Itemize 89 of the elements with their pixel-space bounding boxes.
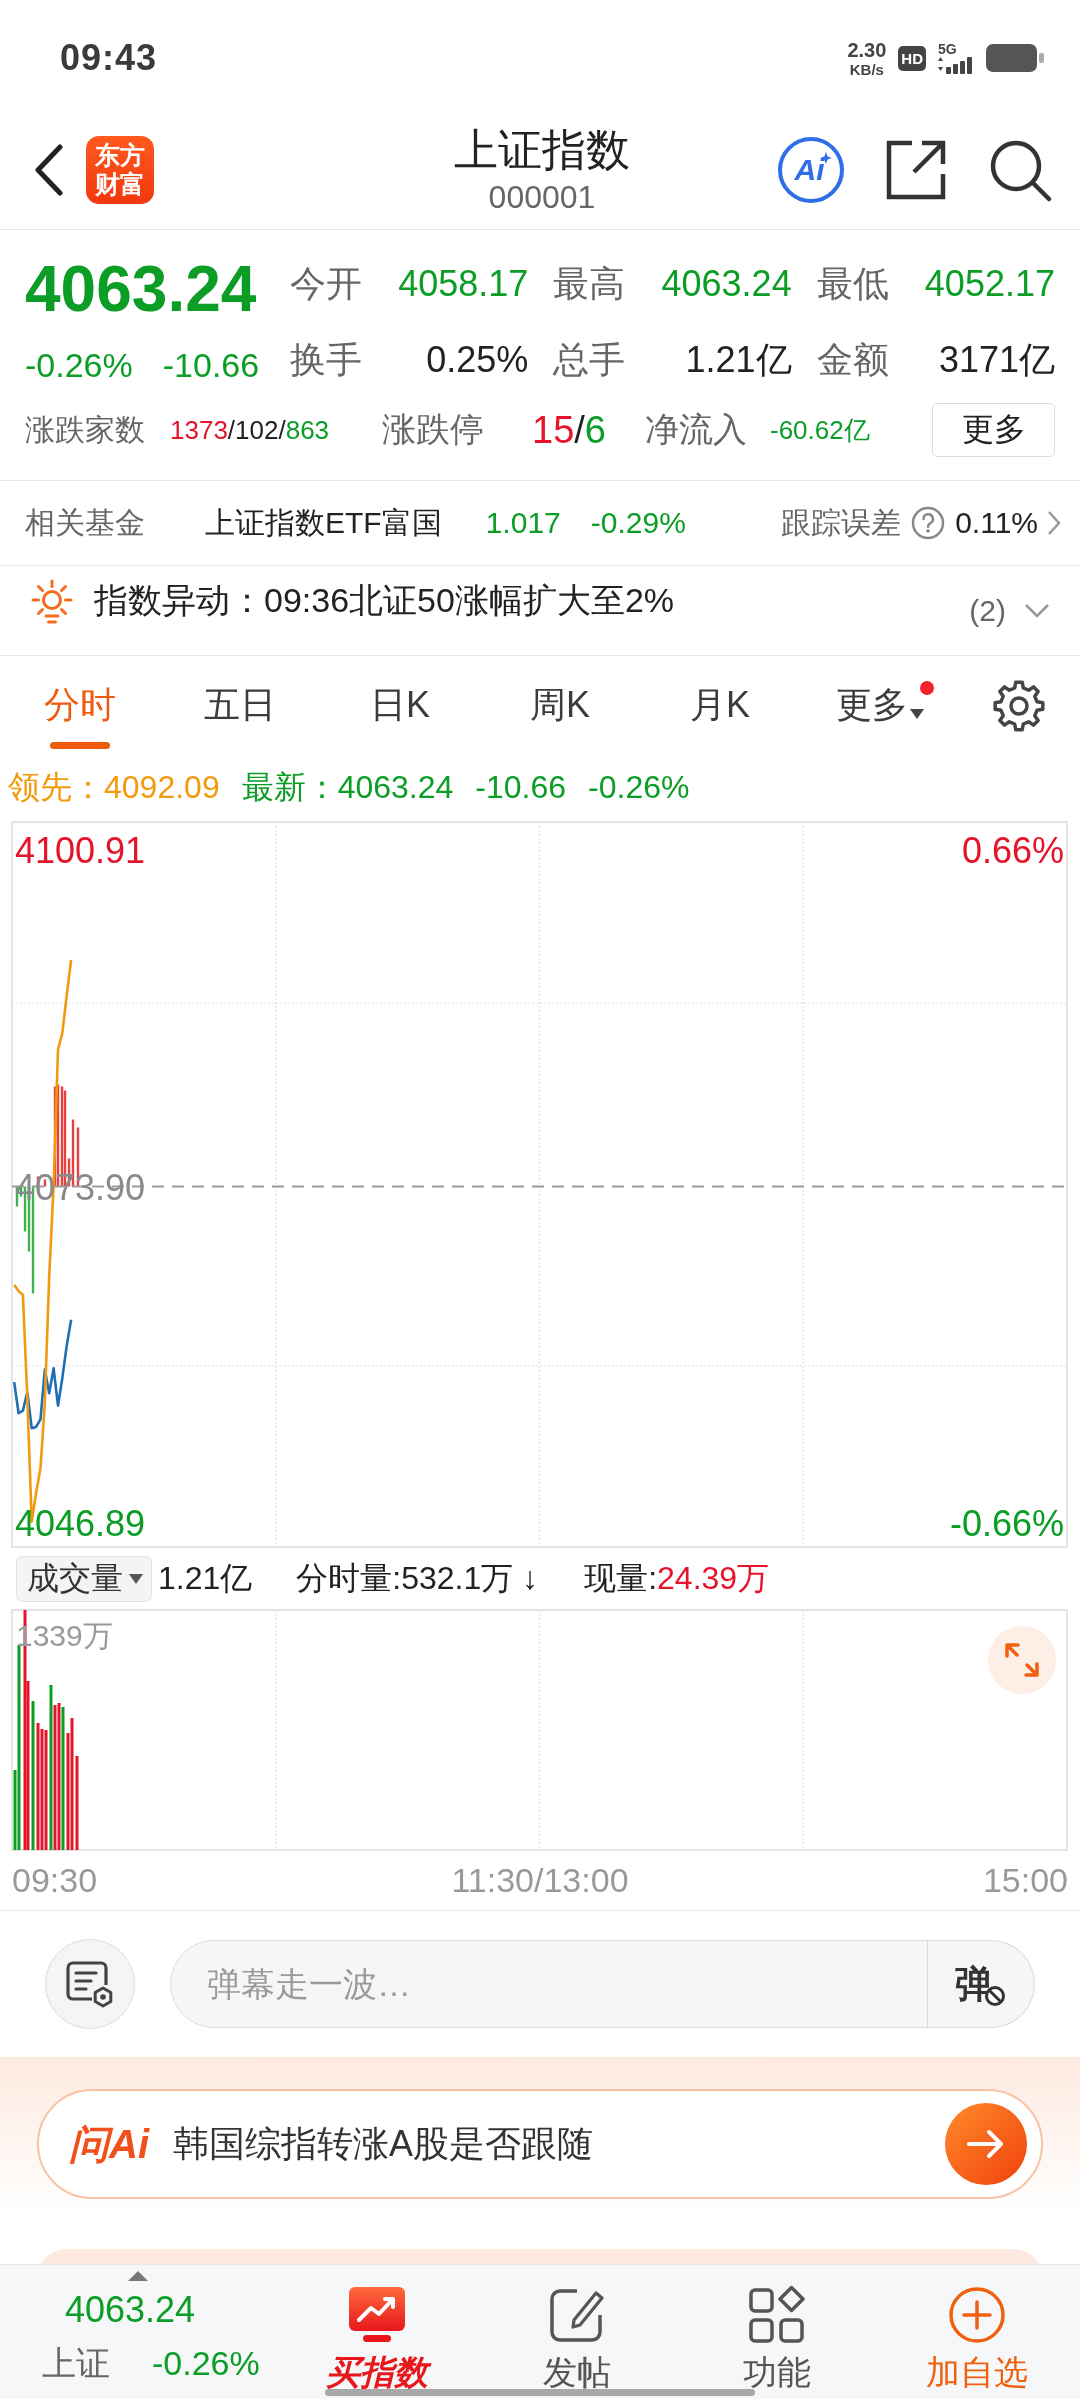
signal-icon — [938, 56, 974, 74]
tab[interactable]: 日K — [320, 656, 480, 755]
legend-value: 最新：4063.24 — [241, 767, 454, 807]
grid-icon — [747, 2285, 807, 2345]
tab[interactable]: 周K — [480, 656, 640, 755]
hd-badge: HD — [898, 45, 926, 71]
alert-count: (2) — [969, 593, 1006, 628]
ai-button[interactable]: Ai — [778, 136, 844, 203]
fund-name[interactable]: 上证指数ETF富国 — [205, 502, 442, 544]
network-speed: 2.30 — [847, 39, 887, 60]
limit-up-down-count: 15/6 — [532, 408, 607, 452]
fund-section-label: 相关基金 — [25, 504, 145, 541]
more-button[interactable]: 更多 — [932, 403, 1055, 457]
time-axis-label: 09:30 — [12, 1861, 98, 1900]
network-type: 5G — [938, 42, 957, 56]
minute-volume: 分时量:532.1万 ↓ — [296, 1559, 539, 1598]
y-axis-label: 4046.89 — [15, 1503, 146, 1544]
send-button[interactable] — [945, 2103, 1027, 2185]
volume-total: 1.21亿 — [158, 1559, 253, 1598]
help-icon — [911, 506, 946, 540]
current-volume-value: 24.39万 — [657, 1559, 770, 1598]
index-name: 上证 — [42, 2343, 110, 2383]
stat-value: 4058.17 — [398, 263, 529, 305]
nav-tab[interactable]: 买指数 — [277, 2265, 477, 2399]
ai-question: 韩国综指转涨A股是否跟随 — [173, 2121, 593, 2166]
net-inflow-value: -60.62亿 — [770, 413, 870, 447]
caret-up-icon — [128, 2271, 148, 2281]
tab[interactable]: 更多 — [800, 656, 960, 755]
volume-selector[interactable]: 成交量 — [16, 1556, 152, 1602]
back-icon — [34, 143, 64, 196]
status-time: 09:43 — [60, 37, 158, 79]
time-axis-label: 11:30/13:00 — [451, 1861, 629, 1900]
stat-label: 换手 — [290, 337, 362, 382]
stat-value: 4063.24 — [661, 263, 792, 305]
ai-logo: 问Ai — [69, 2120, 149, 2168]
fund-price: 1.017 — [485, 506, 561, 540]
settings-button[interactable] — [992, 678, 1046, 733]
fund-change: -0.29% — [590, 506, 686, 540]
battery-icon — [986, 44, 1044, 72]
alert-message[interactable]: 指数异动：09:36北证50涨幅扩大至2% — [94, 577, 675, 624]
chart-tile-icon — [347, 2285, 407, 2345]
y-axis-label: 4100.91 — [15, 830, 146, 871]
app-logo: 东方财富 — [86, 135, 154, 204]
time-axis-label: 15:00 — [982, 1861, 1068, 1900]
stat-value: 4052.17 — [924, 263, 1055, 305]
percent-axis-label: -0.66% — [949, 1503, 1064, 1544]
percent-axis-label: 0.66% — [961, 830, 1064, 871]
limit-label: 涨跌停 — [382, 409, 485, 450]
nav-tab[interactable]: 发帖 — [477, 2265, 677, 2399]
net-inflow-label: 净流入 — [645, 409, 748, 450]
advance-decline-count: 1373/102/863 — [170, 414, 331, 446]
plus-circle-icon — [947, 2285, 1007, 2345]
page-title: 上证指数 — [454, 123, 630, 176]
tracking-error-label: 跟踪误差 — [781, 504, 902, 541]
stock-code: 000001 — [488, 177, 596, 217]
current-volume-label: 现量: — [584, 1559, 658, 1598]
legend-value: -10.66 — [475, 769, 567, 806]
document-settings-icon — [65, 1959, 115, 2009]
ask-ai-bar[interactable]: 问Ai 韩国综指转涨A股是否跟随 — [37, 2089, 1043, 2199]
stat-value: 1.21亿 — [685, 337, 792, 382]
arrow-right-icon — [966, 2128, 1006, 2160]
breadth-label: 涨跌家数 — [25, 411, 146, 448]
settings-icon — [992, 678, 1046, 733]
stat-label: 金额 — [816, 337, 889, 382]
comment-input[interactable]: 弹幕走一波… — [170, 1940, 928, 2028]
legend-value: 领先：4092.09 — [8, 767, 220, 807]
stat-label: 最低 — [816, 261, 889, 306]
stat-label: 今开 — [290, 261, 362, 306]
caret-down-icon — [910, 708, 924, 719]
stat-value: 0.25% — [426, 339, 529, 381]
network-speed-unit: KB/s — [849, 61, 884, 77]
stat-label: 总手 — [553, 337, 626, 382]
expand-icon — [1004, 1642, 1040, 1678]
stat-label: 最高 — [553, 261, 626, 306]
tracking-error-value: 0.11% — [955, 506, 1038, 540]
stat-value: 3171亿 — [938, 337, 1055, 382]
index-change: -0.26% — [152, 2343, 260, 2383]
nav-tab[interactable]: 功能 — [677, 2265, 877, 2399]
last-price: 4063.24 — [25, 252, 258, 327]
index-price: 4063.24 — [65, 2288, 197, 2332]
change-percent: -0.26% — [25, 345, 133, 386]
tab[interactable]: 五日 — [160, 656, 320, 755]
caret-down-icon — [129, 1574, 143, 1584]
chevron-right-icon — [1046, 509, 1062, 537]
back-button[interactable] — [32, 141, 66, 198]
change-amount: -10.66 — [162, 345, 260, 386]
legend-value: -0.26% — [588, 769, 690, 806]
tab[interactable]: 月K — [640, 656, 800, 755]
danmaku-toggle-button[interactable]: 弹 — [928, 1940, 1035, 2028]
